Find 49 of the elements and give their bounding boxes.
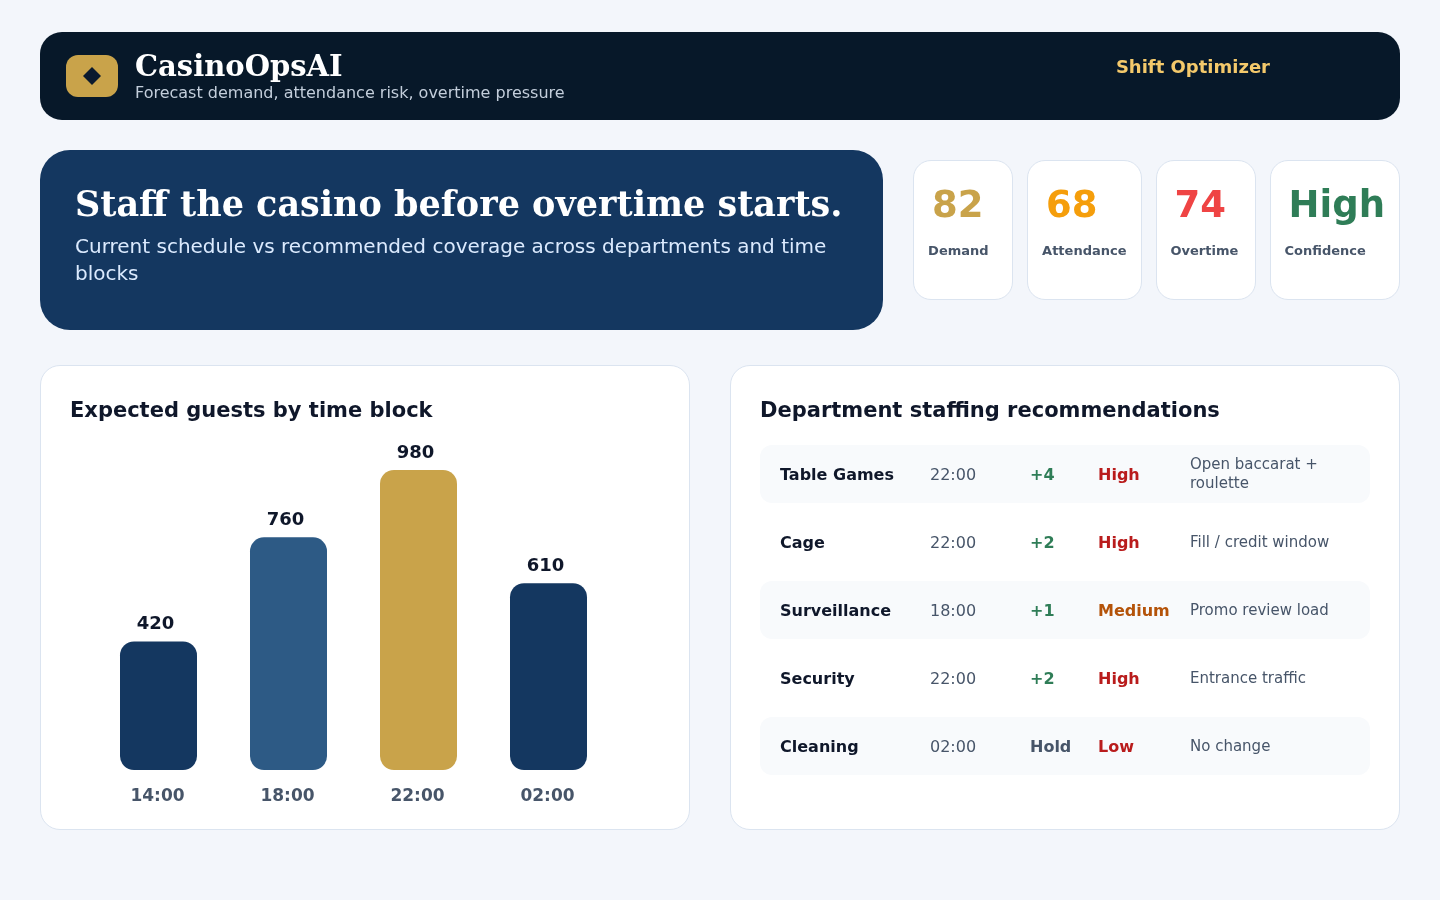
axis-label: 18:00 — [260, 785, 315, 805]
bar-value-label: 610 — [526, 554, 565, 576]
axis-label: 22:00 — [390, 785, 445, 805]
metric-label: Attendance — [1042, 243, 1127, 259]
priority-label: High — [1098, 464, 1140, 484]
priority-label: Low — [1098, 736, 1134, 756]
staff-change-label: +2 — [1030, 532, 1055, 552]
chart-title: Expected guests by time block — [70, 397, 434, 424]
hero-subtitle: Current schedule vs recommended coverage across departments and time blocks — [75, 233, 828, 287]
priority-label: Medium — [1098, 600, 1170, 620]
department-name: Table Games — [780, 464, 894, 484]
metric-label: Confidence — [1284, 243, 1367, 259]
staff-change-label: +1 — [1030, 600, 1055, 620]
metric-value: 82 — [931, 183, 985, 227]
bar-value-label: 980 — [396, 441, 435, 462]
priority-label: High — [1098, 532, 1140, 552]
staffing-note: Open baccarat + roulette — [1190, 455, 1319, 493]
staffing-note: Entrance traffic — [1190, 668, 1306, 688]
time-label: 02:00 — [930, 736, 977, 756]
axis-label: 14:00 — [130, 785, 185, 805]
metric-label: Demand — [928, 243, 990, 259]
staff-change-label: +4 — [1030, 464, 1055, 484]
app-title: CasinoOpsAI — [135, 49, 344, 83]
time-label: 22:00 — [930, 668, 977, 688]
bar-value-label: 420 — [136, 612, 175, 634]
diamond-logo-icon — [66, 55, 118, 97]
time-label: 22:00 — [930, 464, 977, 484]
metric-value: 74 — [1173, 183, 1227, 227]
axis-label: 02:00 — [520, 785, 575, 805]
metric-value: 68 — [1045, 183, 1099, 227]
metric-value: High — [1287, 183, 1385, 227]
mode-label: Shift Optimizer — [1115, 56, 1270, 78]
panel-title: Department staffing recommendations — [760, 397, 1221, 424]
staffing-note: Promo review load — [1190, 600, 1329, 620]
department-name: Security — [780, 668, 855, 688]
staff-change-label: +2 — [1030, 668, 1055, 688]
staff-change-label: Hold — [1030, 736, 1072, 756]
staffing-note: No change — [1190, 736, 1271, 756]
staffing-note: Fill / credit window — [1190, 532, 1330, 552]
app-subtitle: Forecast demand, attendance risk, overtime pressure — [135, 83, 565, 103]
department-name: Surveillance — [780, 600, 892, 620]
department-name: Cleaning — [780, 736, 859, 756]
priority-label: High — [1098, 668, 1140, 688]
time-label: 18:00 — [930, 600, 977, 620]
hero-heading: Staff the casino before overtime starts. — [75, 183, 844, 225]
department-name: Cage — [780, 532, 825, 552]
bar-value-label: 760 — [266, 508, 305, 530]
metric-label: Overtime — [1170, 243, 1240, 259]
time-label: 22:00 — [930, 532, 977, 552]
